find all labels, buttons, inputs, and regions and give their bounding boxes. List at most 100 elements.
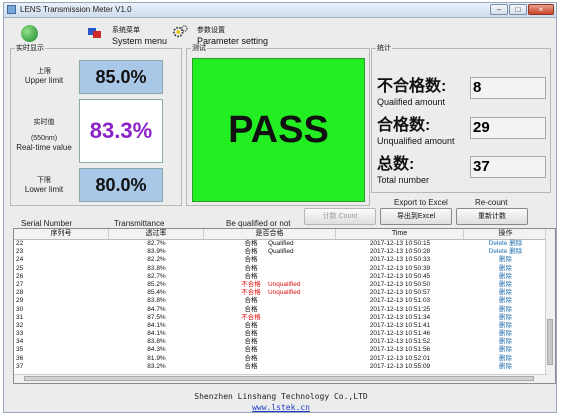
header-qualified[interactable]: 是否合格 — [204, 229, 336, 239]
table-row[interactable]: 33 84.1% 合格 2017-12-13 10:51:46 删除 — [14, 330, 547, 338]
table-row[interactable]: 26 82.7% 合格 2017-12-13 10:50:45 删除 — [14, 273, 547, 281]
qualified-count-label-cn: 合格数: — [377, 117, 431, 134]
system-menu-label[interactable]: System menu — [112, 36, 167, 46]
header-serial[interactable]: 序列号 — [14, 229, 109, 239]
status-note-cell — [268, 330, 338, 338]
status-note-cell — [268, 363, 338, 371]
serial-number-cell: 35 — [16, 346, 24, 354]
transmittance-cell: 85.4% — [147, 289, 166, 297]
statistics-group-label: 统计 — [376, 44, 392, 53]
status-cell: 合格 — [244, 256, 258, 264]
delete-action[interactable]: 删除 — [464, 314, 547, 322]
time-cell: 2017-12-13 10:51:46 — [369, 330, 431, 338]
delete-action[interactable]: Delete 删除 — [464, 240, 547, 248]
delete-action[interactable]: 删除 — [464, 265, 547, 273]
vertical-scrollbar[interactable] — [545, 229, 555, 383]
upper-limit-value: 85.0% — [79, 60, 163, 94]
delete-action[interactable]: 删除 — [464, 273, 547, 281]
website-link[interactable]: www.lstek.cn — [4, 403, 558, 412]
transmittance-cell: 83.8% — [147, 338, 166, 346]
system-menu-label-cn[interactable]: 系统菜单 — [112, 27, 140, 35]
status-cell: 合格 — [244, 305, 258, 313]
table-row[interactable]: 25 83.8% 合格 2017-12-13 10:50:39 删除 — [14, 265, 547, 273]
time-cell: 2017-12-13 10:50:39 — [369, 264, 431, 272]
delete-action[interactable]: 删除 — [464, 306, 547, 314]
table-row[interactable]: 37 83.2% 合格 2017-12-13 10:55:09 删除 — [14, 363, 547, 371]
gear-icon[interactable] — [172, 25, 188, 39]
delete-action[interactable]: 删除 — [464, 297, 547, 305]
count-button[interactable]: 计数 Count — [304, 208, 376, 225]
status-note-cell: Unqualified — [268, 289, 301, 297]
qualified-label: Be qualified or not — [226, 219, 291, 228]
status-cell: 合格 — [244, 240, 258, 247]
time-cell: 2017-12-13 10:50:57 — [369, 289, 431, 297]
time-cell: 2017-12-13 10:50:15 — [369, 240, 431, 247]
delete-action[interactable]: 删除 — [464, 363, 547, 371]
status-note-cell: Qualified — [268, 248, 294, 256]
header-action[interactable]: 操作 — [464, 229, 547, 239]
upper-limit-label-cn: 上限 — [37, 68, 51, 75]
table-row[interactable]: 24 82.2% 合格 2017-12-13 10:50:33 删除 — [14, 256, 547, 264]
transmittance-cell: 82.7% — [147, 240, 166, 247]
transmittance-cell: 84.1% — [147, 321, 166, 329]
table-row[interactable]: 23 83.9% 合格 Qualified 2017-12-13 10:50:28 Del… — [14, 248, 547, 256]
serial-number-cell: 31 — [16, 313, 24, 321]
table-row[interactable]: 30 84.7% 合格 2017-12-13 10:51:25 删除 — [14, 306, 547, 314]
test-group-label: 测试 — [191, 44, 207, 53]
status-note-cell — [268, 314, 338, 322]
table-row[interactable]: 29 83.8% 合格 2017-12-13 10:51:03 删除 — [14, 297, 547, 305]
serial-number-cell: 36 — [16, 354, 24, 362]
serial-number-cell: 37 — [16, 362, 24, 370]
serial-number-cell: 30 — [16, 305, 24, 313]
recount-button[interactable]: 重新计数 — [456, 208, 528, 225]
export-label: Export to Excel — [394, 198, 448, 207]
time-cell: 2017-12-13 10:50:28 — [369, 248, 431, 256]
maximize-button[interactable]: □ — [509, 4, 527, 15]
table-row[interactable]: 32 84.1% 合格 2017-12-13 10:51:41 删除 — [14, 322, 547, 330]
status-cell: 不合格 — [241, 280, 261, 288]
table-row[interactable]: 35 84.3% 合格 2017-12-13 10:51:56 删除 — [14, 346, 547, 354]
close-button[interactable]: × — [528, 4, 554, 15]
vertical-scroll-thumb[interactable] — [547, 319, 553, 365]
table-row[interactable]: 36 81.9% 合格 2017-12-13 10:52:01 删除 — [14, 355, 547, 363]
table-row[interactable]: 27 85.2% 不合格 Unqualified 2017-12-13 10:50:50… — [14, 281, 547, 289]
serial-number-cell: 26 — [16, 272, 24, 280]
time-cell: 2017-12-13 10:51:34 — [369, 313, 431, 321]
recount-label: Re-count — [475, 198, 508, 207]
time-cell: 2017-12-13 10:50:50 — [369, 280, 431, 288]
table-row[interactable]: 31 87.5% 不合格 2017-12-13 10:51:34 删除 — [14, 314, 547, 322]
title-bar: LENS Transmission Meter V1.0 – □ × — [4, 3, 556, 18]
delete-action[interactable]: 删除 — [464, 322, 547, 330]
table-row[interactable]: 22 82.7% 合格 Qualified 2017-12-13 10:50:15 Del… — [14, 240, 547, 248]
table-row[interactable]: 28 85.4% 不合格 Unqualified 2017-12-13 10:50:57… — [14, 289, 547, 297]
real-time-value: 83.3% — [79, 99, 163, 163]
total-count-label: Total number — [377, 175, 430, 185]
delete-action[interactable]: 删除 — [464, 281, 547, 289]
export-excel-button[interactable]: 导出到Excel — [380, 208, 452, 225]
time-cell: 2017-12-13 10:52:01 — [369, 354, 431, 362]
delete-action[interactable]: 删除 — [464, 346, 547, 354]
delete-action[interactable]: 删除 — [464, 256, 547, 264]
test-result-indicator: PASS — [192, 58, 365, 202]
table-row[interactable]: 34 83.8% 合格 2017-12-13 10:51:52 删除 — [14, 338, 547, 346]
horizontal-scroll-thumb[interactable] — [24, 376, 534, 381]
horizontal-scrollbar[interactable] — [14, 374, 547, 383]
time-cell: 2017-12-13 10:50:33 — [369, 256, 431, 264]
parameter-label-cn[interactable]: 参数设置 — [197, 27, 225, 35]
transmittance-cell: 81.9% — [147, 354, 166, 362]
parameter-setting-label[interactable]: Parameter setting — [197, 36, 268, 46]
time-cell: 2017-12-13 10:51:03 — [369, 297, 431, 305]
qualified-count-value: 29 — [470, 117, 546, 139]
unqualified-count-label-cn: 不合格数: — [377, 78, 447, 95]
transmittance-cell: 82.2% — [147, 256, 166, 264]
header-time[interactable]: Time — [336, 229, 464, 239]
transmittance-cell: 83.8% — [147, 297, 166, 305]
app-window: LENS Transmission Meter V1.0 – □ × 系统菜单 … — [3, 2, 557, 413]
minimize-button[interactable]: – — [490, 4, 508, 15]
delete-action[interactable]: 删除 — [464, 355, 547, 363]
lower-limit-label-cn: 下限 — [37, 177, 51, 184]
time-cell: 2017-12-13 10:50:45 — [369, 272, 431, 280]
status-cell: 合格 — [244, 354, 258, 362]
header-transmittance[interactable]: 透过率 — [109, 229, 204, 239]
system-menu-icon[interactable] — [88, 26, 104, 40]
